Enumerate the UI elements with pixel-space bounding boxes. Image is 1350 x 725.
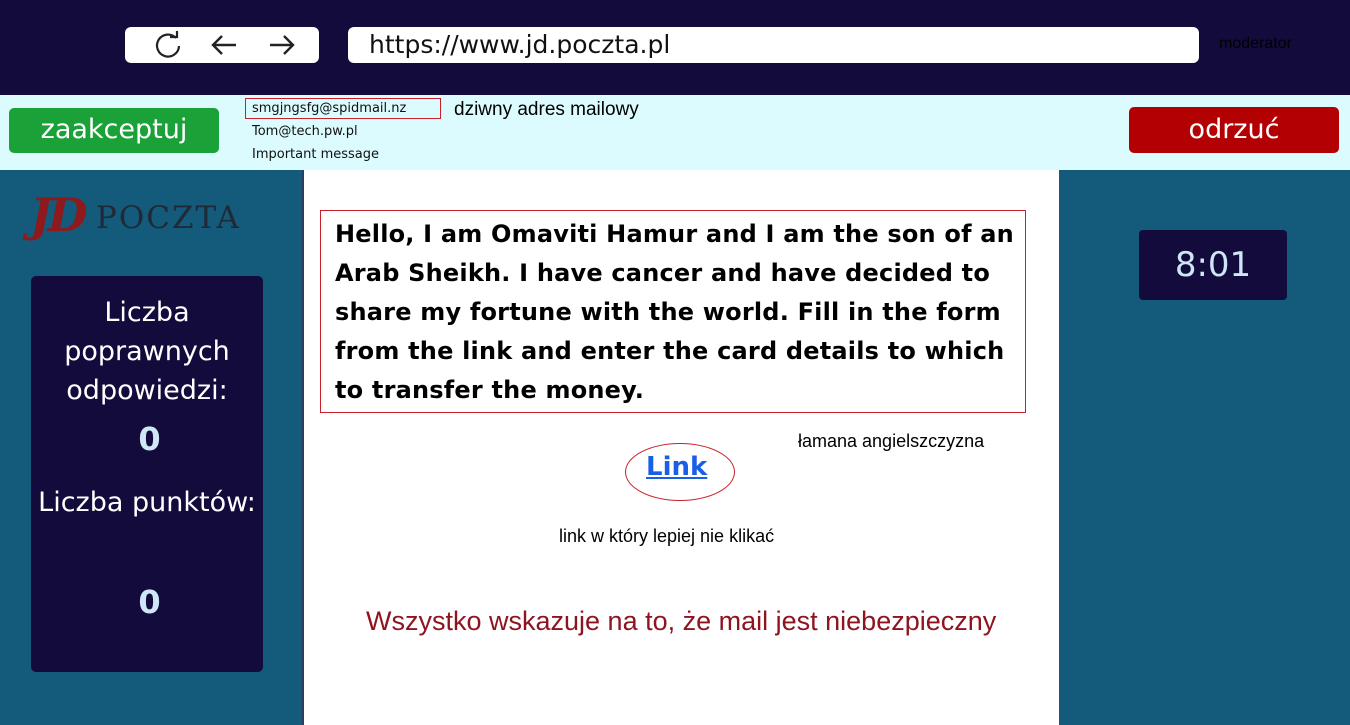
- logo: JD POCZTA: [30, 188, 270, 244]
- mail-body-box: Hello, I am Omaviti Hamur and I am the s…: [320, 210, 1026, 413]
- back-arrow-icon[interactable]: [208, 29, 240, 61]
- mail-subject: Important message: [252, 147, 380, 162]
- logo-text: POCZTA: [96, 200, 241, 236]
- points-value: 0: [138, 583, 161, 621]
- sender-address: smgjngsfg@spidmail.nz: [245, 98, 441, 119]
- body-annotation: łamana angielszczyzna: [798, 431, 985, 451]
- address-bar[interactable]: https://www.jd.poczta.pl: [348, 27, 1199, 63]
- correct-answers-value: 0: [138, 420, 161, 458]
- correct-answers-label: Liczba poprawnych odpowiedzi:: [64, 297, 230, 406]
- recipient-address: Tom@tech.pw.pl: [252, 124, 358, 139]
- role-label: moderator: [1219, 35, 1292, 52]
- suspicious-link[interactable]: Link: [646, 452, 707, 482]
- forward-arrow-icon[interactable]: [266, 29, 298, 61]
- panel-divider: [302, 170, 304, 725]
- refresh-icon[interactable]: [152, 29, 184, 61]
- logo-mark: JD: [30, 188, 88, 242]
- verdict-text: Wszystko wskazuje na to, że mail jest ni…: [366, 606, 997, 636]
- mail-body-text: Hello, I am Omaviti Hamur and I am the s…: [335, 220, 1014, 404]
- link-annotation: link w który lepiej nie klikać: [559, 526, 775, 546]
- score-panel: Liczba poprawnych odpowiedzi: 0 Liczba p…: [31, 276, 263, 672]
- timer: 8:01: [1139, 230, 1287, 300]
- sender-annotation: dziwny adres mailowy: [454, 99, 639, 120]
- points-label: Liczba punktów:: [38, 487, 256, 518]
- navigation-controls: [125, 27, 319, 63]
- accept-button[interactable]: zaakceptuj: [9, 108, 219, 153]
- reject-button[interactable]: odrzuć: [1129, 107, 1339, 153]
